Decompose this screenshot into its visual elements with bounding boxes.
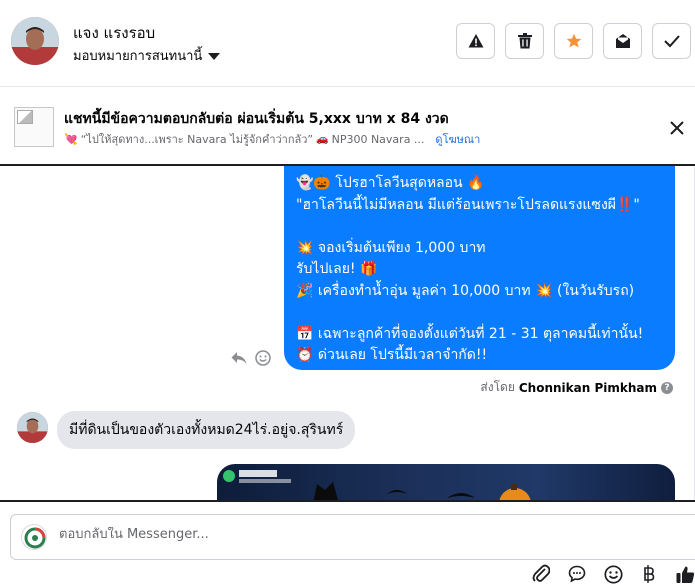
image-message[interactable] bbox=[217, 464, 675, 500]
message-line bbox=[296, 216, 663, 238]
message-line bbox=[296, 302, 663, 324]
ad-subtitle-text: “ไปให้สุดทาง...เพราะ Navara ไม่รู้จักคำว… bbox=[80, 133, 314, 146]
composer bbox=[0, 500, 695, 588]
message-line: รับไปเลย! 🎁 bbox=[296, 261, 378, 277]
conversation-header: แจง แรงรอบ มอบหมายการสนทนานี้ bbox=[0, 0, 695, 87]
ad-subtitle: 💘 “ไปให้สุดทาง...เพราะ Navara ไม่รู้จักค… bbox=[64, 130, 480, 148]
star-button[interactable] bbox=[554, 23, 593, 59]
report-spam-button[interactable] bbox=[456, 23, 495, 59]
like-button[interactable] bbox=[673, 562, 695, 586]
ad-context-bar: แชทนี้มีข้อความตอบกลับต่อ ผ่อนเริ่มต้น 5… bbox=[0, 87, 695, 166]
composer-toolbar bbox=[529, 562, 695, 586]
sender-name: Chonnikan Pimkham bbox=[518, 380, 657, 395]
reply-input[interactable] bbox=[59, 527, 659, 542]
ad-subtitle-text-2: NP300 Navara ... bbox=[331, 132, 425, 146]
header-actions bbox=[456, 23, 691, 59]
message-line: 👻🎃 โปรฮาโลวีนสุดหลอน 🔥 bbox=[296, 175, 485, 191]
baht-icon bbox=[644, 565, 655, 583]
message-tools bbox=[231, 350, 271, 366]
message-line: 🎉 เครื่องทำน้ำอุ่น มูลค่า 10,000 บาท 💥 (… bbox=[296, 282, 635, 299]
chat-bubble-icon bbox=[568, 565, 586, 583]
car-icon: 🚗 bbox=[316, 133, 329, 145]
message-line: 📅 เฉพาะลูกค้าที่จองตั้งแต่วันที่ 21 - 31… bbox=[296, 325, 644, 342]
sent-by-label: ส่งโดย Chonnikan Pimkham ? bbox=[480, 378, 673, 397]
question-icon[interactable]: ? bbox=[661, 381, 673, 394]
assign-label: มอบหมายการสนทนานี้ bbox=[73, 49, 203, 64]
contact-name[interactable]: แจง แรงรอบ bbox=[73, 21, 155, 45]
caret-down-icon bbox=[208, 53, 221, 60]
ad-title: แชทนี้มีข้อความตอบกลับต่อ ผ่อนเริ่มต้น 5… bbox=[64, 111, 449, 127]
star-icon bbox=[566, 33, 581, 48]
close-icon[interactable] bbox=[667, 118, 687, 138]
halloween-promo-image bbox=[223, 470, 531, 500]
warning-icon bbox=[468, 34, 483, 48]
incoming-message-bubble[interactable]: มีที่ดินเป็นของตัวเองทั้งหมด24ไร่.อยู่จ.… bbox=[57, 411, 356, 449]
contact-avatar[interactable] bbox=[11, 17, 59, 65]
contact-avatar-small[interactable] bbox=[17, 412, 48, 443]
saved-replies-button[interactable] bbox=[565, 562, 589, 586]
thumbs-up-icon bbox=[676, 566, 694, 583]
mark-unread-button[interactable] bbox=[603, 23, 642, 59]
attach-button[interactable] bbox=[529, 562, 553, 586]
emoji-button[interactable] bbox=[601, 562, 625, 586]
page-logo bbox=[21, 524, 47, 550]
mark-done-button[interactable] bbox=[652, 23, 691, 59]
sent-by-prefix: ส่งโดย bbox=[480, 380, 515, 394]
composer-box bbox=[10, 514, 695, 560]
payment-button[interactable] bbox=[637, 562, 661, 586]
delete-button[interactable] bbox=[505, 23, 544, 59]
outgoing-message-bubble[interactable]: 👻🎃 โปรฮาโลวีนสุดหลอน 🔥 "ฮาโลวีนนี้ไม่มีห… bbox=[284, 166, 675, 370]
ad-thumbnail[interactable] bbox=[14, 107, 54, 147]
reply-icon[interactable] bbox=[231, 351, 247, 365]
paperclip-icon bbox=[532, 564, 550, 582]
message-line: 💥 จองเริ่มต้นเพียง 1,000 บาท bbox=[296, 239, 486, 256]
assign-conversation-dropdown[interactable]: มอบหมายการสนทนานี้ bbox=[73, 45, 221, 66]
message-thread[interactable]: 👻🎃 โปรฮาโลวีนสุดหลอน 🔥 "ฮาโลวีนนี้ไม่มีห… bbox=[0, 166, 695, 500]
smiley-icon bbox=[603, 564, 623, 584]
heart-icon: 💘 bbox=[64, 132, 78, 146]
message-line: "ฮาโลวีนนี้ไม่มีหลอน มีแต่ร้อนเพราะโปรลด… bbox=[296, 196, 640, 213]
envelope-open-icon bbox=[615, 34, 630, 48]
checkmark-icon bbox=[663, 35, 680, 48]
message-line: ⏰ ด่วนเลย โปรนี้มีเวลาจำกัด!! bbox=[296, 347, 488, 363]
react-emoji-icon[interactable] bbox=[255, 350, 271, 366]
trash-icon bbox=[517, 33, 532, 49]
view-ad-link[interactable]: ดูโฆษณา bbox=[435, 130, 480, 148]
